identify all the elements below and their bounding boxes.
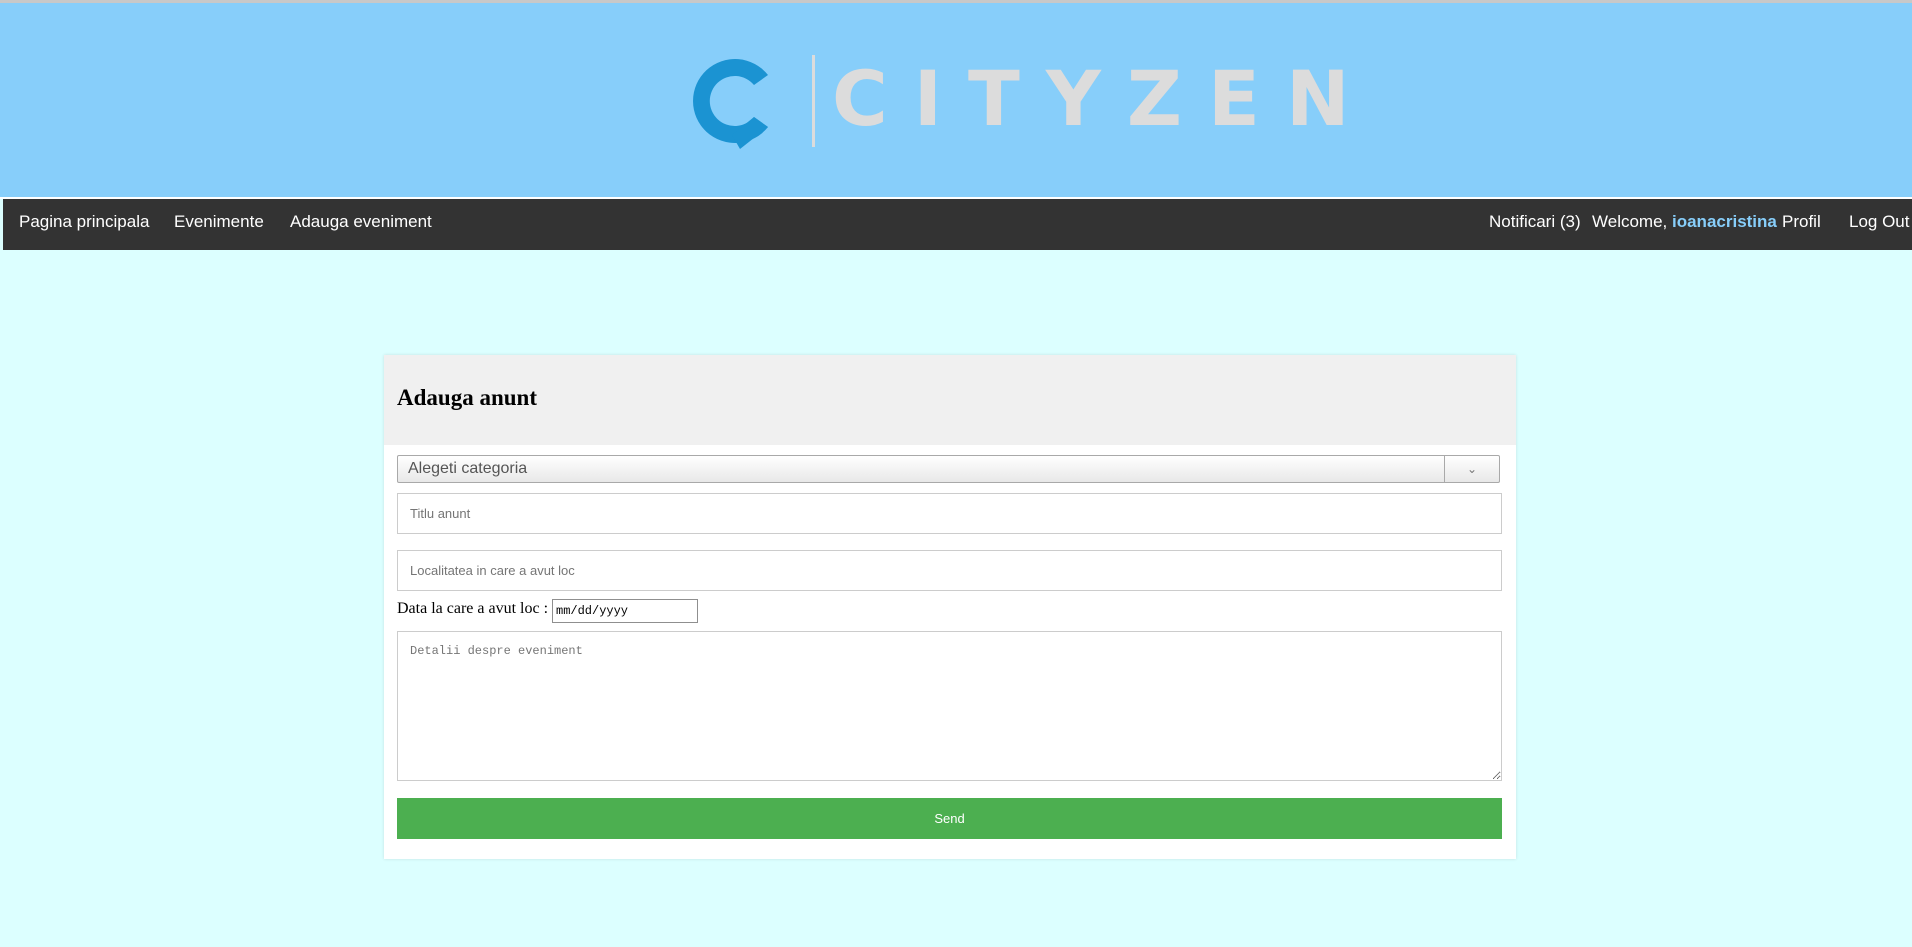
nav-item-pagina-principala[interactable]: Pagina principala (19, 199, 149, 250)
form-title: Adauga anunt (397, 385, 537, 410)
form-header: Adauga anunt (384, 355, 1516, 445)
chevron-down-icon[interactable]: ⌄ (1444, 456, 1499, 482)
username-link[interactable]: ioanacristina (1672, 212, 1777, 231)
cityzen-logo[interactable]: CITYZEN (682, 51, 1350, 151)
location-input[interactable] (397, 550, 1502, 591)
cityzen-logo-icon (693, 59, 768, 149)
welcome-message: Welcome, ioanacristina (1592, 199, 1777, 250)
main-nav: Pagina principala Evenimente Adauga even… (3, 199, 1912, 250)
send-button[interactable]: Send (397, 798, 1502, 839)
nav-item-adauga-eveniment[interactable]: Adauga eveniment (290, 199, 432, 250)
details-textarea[interactable] (397, 631, 1502, 781)
nav-item-logout[interactable]: Log Out (1849, 199, 1910, 250)
category-select[interactable]: Alegeti categoria ⌄ (397, 455, 1500, 483)
category-select-value: Alegeti categoria (408, 460, 528, 477)
logo-text: CITYZEN (832, 54, 1376, 143)
nav-item-profil[interactable]: Profil (1782, 199, 1821, 250)
logo-divider (812, 55, 815, 147)
nav-item-notificari[interactable]: Notificari (3) (1489, 199, 1581, 250)
date-label: Data la care a avut loc : (397, 600, 549, 617)
site-header: CITYZEN (0, 3, 1912, 197)
title-input[interactable] (397, 493, 1502, 534)
welcome-prefix: Welcome, (1592, 212, 1672, 231)
date-input[interactable]: mm/dd/yyyy (552, 599, 698, 623)
add-announcement-form: Adauga anunt Alegeti categoria ⌄ Data la… (384, 355, 1516, 859)
nav-item-evenimente[interactable]: Evenimente (174, 199, 264, 250)
